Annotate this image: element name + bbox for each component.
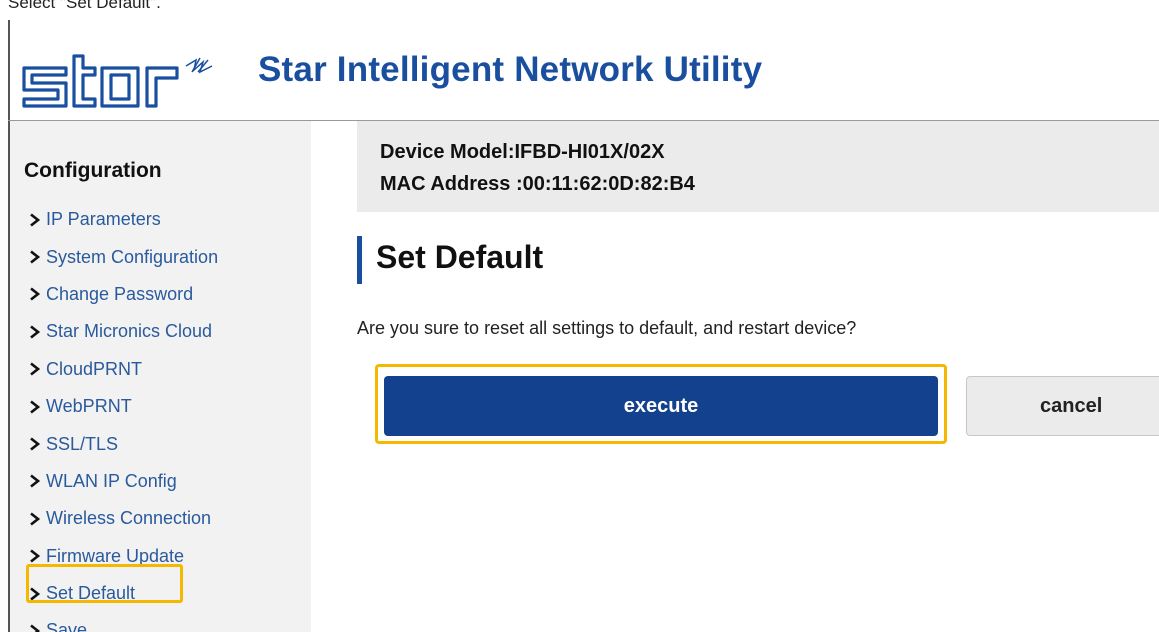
chevron-right-icon bbox=[30, 437, 41, 451]
chevron-right-icon bbox=[30, 400, 41, 414]
sidebar-item-label: WLAN IP Config bbox=[46, 470, 177, 491]
sidebar-item-save[interactable]: Save bbox=[29, 612, 218, 632]
execute-button[interactable]: execute bbox=[384, 376, 938, 436]
chevron-right-icon bbox=[30, 624, 41, 632]
chevron-right-icon bbox=[30, 362, 41, 376]
sidebar-item-label: WebPRNT bbox=[46, 396, 132, 417]
sidebar-item-ssl-tls[interactable]: SSL/TLS bbox=[29, 425, 218, 462]
sidebar-item-label: IP Parameters bbox=[46, 209, 161, 230]
chevron-right-icon bbox=[30, 512, 41, 526]
sidebar-item-system-configuration[interactable]: System Configuration bbox=[29, 238, 218, 275]
sidebar-heading: Configuration bbox=[24, 159, 162, 182]
sidebar-item-cloudprnt[interactable]: CloudPRNT bbox=[29, 351, 218, 388]
sidebar-item-label: System Configuration bbox=[46, 246, 219, 267]
chevron-right-icon bbox=[30, 213, 41, 227]
chevron-right-icon bbox=[30, 474, 41, 488]
sidebar-item-wlan-ip-config[interactable]: WLAN IP Config bbox=[29, 463, 218, 500]
sidebar-item-label: Change Password bbox=[46, 283, 194, 304]
sidebar-item-wireless-connection[interactable]: Wireless Connection bbox=[29, 500, 218, 537]
sidebar-item-label: Save bbox=[46, 620, 88, 632]
chevron-right-icon bbox=[30, 250, 41, 264]
title-accent-bar bbox=[357, 236, 362, 284]
chevron-right-icon bbox=[30, 549, 41, 563]
page-title: Set Default bbox=[376, 239, 544, 275]
device-model: Device Model:IFBD-HI01X/02X bbox=[380, 141, 665, 163]
confirm-prompt: Are you sure to reset all settings to de… bbox=[357, 318, 857, 338]
app-title: Star Intelligent Network Utility bbox=[258, 50, 763, 89]
sidebar-item-change-password[interactable]: Change Password bbox=[29, 276, 218, 313]
star-logo bbox=[22, 54, 213, 108]
sidebar-item-star-micronics-cloud[interactable]: Star Micronics Cloud bbox=[29, 313, 218, 350]
chevron-right-icon bbox=[30, 325, 41, 339]
sidebar-item-label: Wireless Connection bbox=[46, 508, 212, 529]
device-info-panel: Device Model:IFBD-HI01X/02X MAC Address … bbox=[357, 121, 1159, 212]
sidebar-item-ip-parameters[interactable]: IP Parameters bbox=[29, 201, 218, 238]
sidebar-item-label: Star Micronics Cloud bbox=[46, 321, 213, 342]
instruction-caption: Select "Set Default". bbox=[8, 0, 161, 12]
sidebar-item-label: SSL/TLS bbox=[46, 433, 119, 454]
sidebar-item-webprnt[interactable]: WebPRNT bbox=[29, 388, 218, 425]
highlight-box-set-default bbox=[26, 564, 183, 603]
sidebar: Configuration IP Parameters System Confi… bbox=[10, 121, 311, 632]
mac-address: MAC Address :00:11:62:0D:82:B4 bbox=[380, 173, 695, 195]
chevron-right-icon bbox=[30, 287, 41, 301]
sidebar-item-label: CloudPRNT bbox=[46, 358, 143, 379]
cancel-button-label: cancel bbox=[1040, 395, 1103, 417]
cancel-button[interactable]: cancel bbox=[966, 376, 1159, 436]
